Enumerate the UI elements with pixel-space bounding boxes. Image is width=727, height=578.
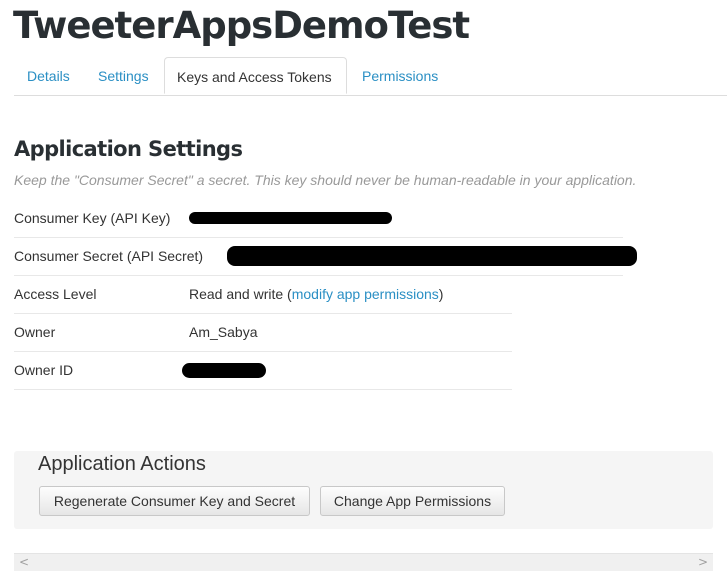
owner-id-row: Owner ID xyxy=(14,352,512,390)
change-app-permissions-button[interactable]: Change App Permissions xyxy=(320,486,505,516)
access-level-value: Read and write (modify app permissions) xyxy=(189,286,443,302)
owner-id-label: Owner ID xyxy=(14,362,74,378)
owner-id-redaction xyxy=(182,363,266,378)
tab-settings[interactable]: Settings xyxy=(98,57,149,94)
application-actions-panel: Application Actions Regenerate Consumer … xyxy=(14,451,713,529)
access-level-text: Read and write ( xyxy=(189,286,292,302)
app-title: TweeterAppsDemoTest xyxy=(13,4,470,47)
consumer-key-row: Consumer Key (API Key) xyxy=(14,200,623,238)
horizontal-scrollbar[interactable]: < > xyxy=(14,553,713,571)
tab-keys-and-access-tokens[interactable]: Keys and Access Tokens xyxy=(164,57,347,94)
tab-details[interactable]: Details xyxy=(27,57,70,94)
section-title: Application Settings xyxy=(14,137,243,161)
tab-permissions[interactable]: Permissions xyxy=(362,57,438,94)
scroll-left-icon[interactable]: < xyxy=(19,555,29,569)
access-level-close-paren: ) xyxy=(438,286,444,302)
consumer-secret-row: Consumer Secret (API Secret) xyxy=(14,238,637,276)
owner-row: Owner Am_Sabya xyxy=(14,314,512,352)
regenerate-consumer-key-button[interactable]: Regenerate Consumer Key and Secret xyxy=(39,486,310,516)
consumer-key-label: Consumer Key (API Key) xyxy=(14,210,171,226)
consumer-key-redaction xyxy=(189,212,392,224)
scroll-right-icon[interactable]: > xyxy=(698,555,708,569)
actions-title: Application Actions xyxy=(38,453,206,475)
owner-value: Am_Sabya xyxy=(189,324,258,340)
tab-bar: Details Settings Keys and Access Tokens … xyxy=(14,57,727,96)
section-note: Keep the "Consumer Secret" a secret. Thi… xyxy=(14,172,637,188)
modify-app-permissions-link[interactable]: modify app permissions xyxy=(292,286,439,302)
owner-label: Owner xyxy=(14,324,56,340)
access-level-row: Access Level Read and write (modify app … xyxy=(14,276,512,314)
consumer-secret-label: Consumer Secret (API Secret) xyxy=(14,248,204,264)
access-level-label: Access Level xyxy=(14,286,97,302)
consumer-secret-redaction xyxy=(227,246,637,266)
